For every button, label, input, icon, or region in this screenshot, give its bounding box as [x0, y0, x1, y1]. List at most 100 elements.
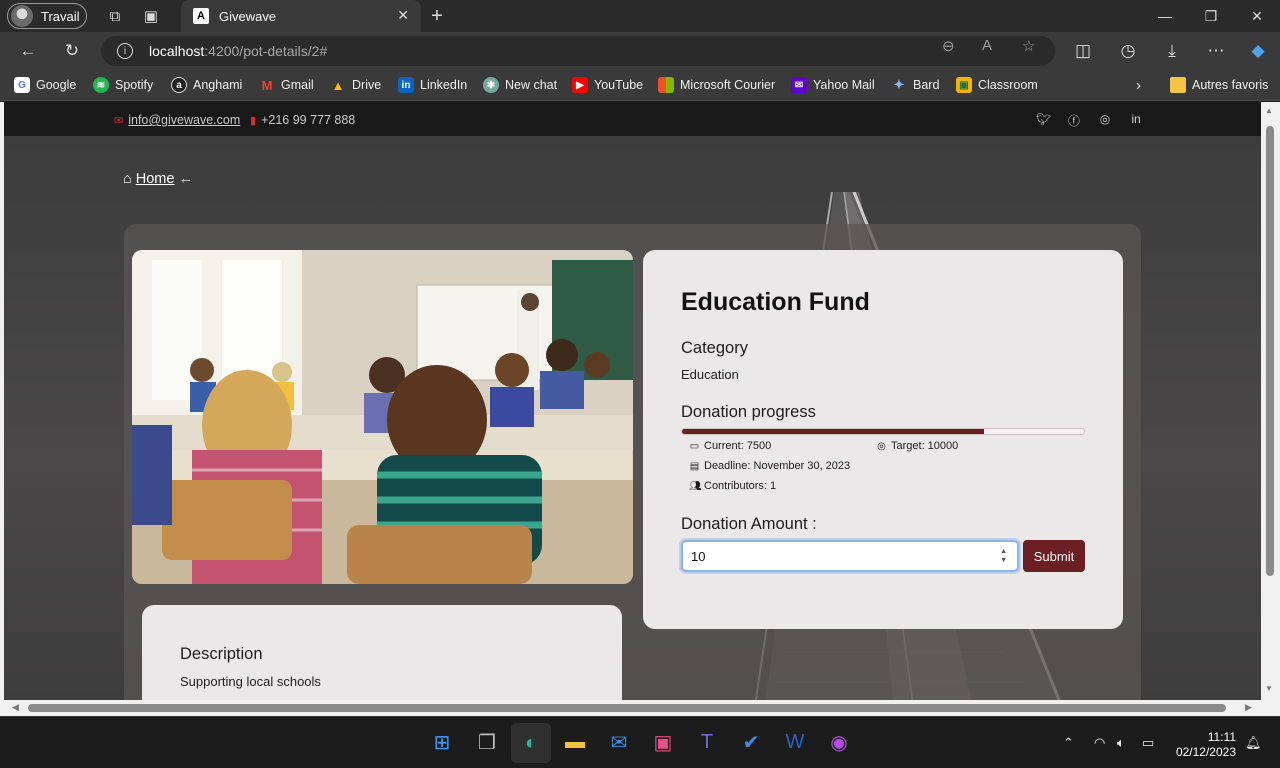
linkedin-icon[interactable]: in — [1129, 112, 1143, 129]
tab-actions-icon[interactable]: ▣ — [133, 0, 169, 32]
description-card: Description Supporting local schools — [142, 605, 622, 700]
zoom-icon[interactable]: ⊖ — [942, 37, 955, 55]
teams-icon[interactable]: T — [692, 727, 722, 757]
bookmarks-bar: G Google ≋ Spotify a Anghami M Gmail ▲ Drive … — [0, 70, 1280, 101]
split-screen-icon[interactable]: ◫ — [1067, 36, 1099, 66]
restore-icon[interactable]: ❐ — [1188, 0, 1234, 32]
minimize-icon[interactable]: — — [1142, 0, 1188, 32]
refresh-icon[interactable]: ↻ — [56, 36, 88, 66]
settings-more-icon[interactable]: ⋯ — [1200, 36, 1232, 66]
number-spinner-icon[interactable]: ▲ ▼ — [1000, 547, 1007, 565]
more-bookmarks-chevron-icon[interactable]: › — [1136, 77, 1141, 94]
bookmark-spotify[interactable]: ≋ Spotify — [93, 77, 153, 93]
avatar — [11, 5, 33, 27]
start-icon[interactable]: ⊞ — [427, 727, 457, 757]
clock[interactable]: 11:11 02/12/2023 — [1170, 730, 1236, 760]
angular-favicon-icon: A — [193, 8, 209, 24]
page-viewport: ✉ info@givewave.com ▮ +216 99 777 888 🐦︎… — [4, 102, 1261, 700]
browser-tab-bar: Travail ⧉ ▣ A Givewave ✕ + — ❐ ✕ — [0, 0, 1280, 32]
volume-muted-icon[interactable]: 🔈︎ — [1117, 735, 1125, 751]
current-amount: ▭ Current: 7500 — [689, 440, 772, 452]
other-favorites-folder[interactable]: ▬ Autres favoris — [1170, 77, 1268, 93]
read-aloud-icon[interactable]: A — [982, 37, 992, 54]
pot-info-card: Education Fund Category Education Donati… — [643, 250, 1123, 629]
edge-taskbar-icon[interactable]: ◐ — [511, 723, 551, 763]
tab-givewave[interactable]: A Givewave ✕ — [181, 0, 421, 32]
profile-button[interactable]: Travail — [7, 3, 87, 29]
home-icon: ⌂ — [123, 171, 132, 187]
mail-icon[interactable]: ✉ — [604, 727, 634, 757]
cash-icon: ▭ — [689, 440, 700, 452]
bookmark-google[interactable]: G Google — [14, 77, 76, 93]
bookmark-youtube[interactable]: ▶ YouTube — [572, 77, 643, 93]
address-bar[interactable]: i localhost:4200/pot-details/2# — [101, 36, 1055, 66]
vertical-scrollbar[interactable]: ▲ ▼ — [1261, 102, 1280, 700]
breadcrumb: ⌂ Home ← — [123, 171, 193, 187]
back-icon[interactable]: ← — [12, 36, 44, 66]
history-icon[interactable]: ◷ — [1112, 36, 1144, 66]
phone-number: +216 99 777 888 — [261, 113, 356, 127]
donation-amount-field[interactable]: ▲▼ — [681, 540, 1019, 572]
calendar-icon: ▤ — [689, 460, 700, 472]
social-links: 🐦︎ ⓕ ◎ in — [1036, 112, 1143, 129]
close-tab-icon[interactable]: ✕ — [397, 7, 409, 24]
site-info-icon[interactable]: i — [117, 43, 133, 59]
target-amount: ◎ Target: 10000 — [877, 440, 959, 452]
envelope-icon: ✉ — [114, 114, 124, 127]
bookmark-bard[interactable]: ✦ Bard — [891, 77, 940, 93]
favorite-star-icon[interactable]: ☆ — [1022, 37, 1035, 55]
facebook-icon[interactable]: ⓕ — [1067, 112, 1081, 129]
tray-chevron-icon[interactable]: ⌃ — [1063, 735, 1074, 751]
deadline: ▤ Deadline: November 30, 2023 — [689, 460, 851, 472]
bookmark-yahoo-mail[interactable]: ✉ Yahoo Mail — [791, 77, 875, 93]
notifications-bell-icon[interactable]: 🔔︎ — [1245, 735, 1262, 751]
category-value: Education — [681, 367, 739, 382]
classroom-photo — [132, 250, 633, 584]
copilot-icon[interactable]: ◆ — [1242, 36, 1274, 66]
horizontal-scroll-thumb[interactable] — [28, 704, 1226, 712]
people-icon: 👥︎ — [689, 480, 702, 492]
intellij-icon[interactable]: ▣ — [648, 727, 678, 757]
bookmark-new-chat[interactable]: ✱ New chat — [483, 77, 557, 93]
back-arrow-icon[interactable]: ← — [178, 171, 193, 187]
browser-toolbar: ← ↻ i localhost:4200/pot-details/2# ⊖ A … — [0, 32, 1280, 70]
battery-icon[interactable]: ▭ — [1142, 735, 1154, 751]
bookmark-drive[interactable]: ▲ Drive — [330, 77, 382, 93]
breadcrumb-home-link[interactable]: Home — [136, 171, 175, 187]
close-window-icon[interactable]: ✕ — [1234, 0, 1280, 32]
pot-title: Education Fund — [681, 288, 870, 316]
scroll-up-icon[interactable]: ▲ — [1265, 106, 1273, 115]
horizontal-scrollbar[interactable]: ◀ ▶ — [4, 700, 1261, 716]
windows-taskbar: ⊞ ❐ ◐ ▬ ✉ ▣ T ✔ W ◉ ⌃ ◠ 🔈︎ ▭ 11:11 02/12… — [0, 716, 1280, 768]
instagram-icon[interactable]: ◎ — [1098, 112, 1112, 129]
messenger-icon[interactable]: ◉ — [824, 727, 854, 757]
bookmark-linkedin[interactable]: in LinkedIn — [398, 77, 467, 93]
donation-progress-label: Donation progress — [681, 403, 816, 421]
task-view-icon[interactable]: ❐ — [472, 727, 502, 757]
donation-progress-bar — [681, 428, 1085, 435]
scroll-down-icon[interactable]: ▼ — [1265, 684, 1273, 693]
scroll-right-icon[interactable]: ▶ — [1245, 702, 1252, 713]
scroll-left-icon[interactable]: ◀ — [12, 702, 19, 713]
contact-strip: ✉ info@givewave.com ▮ +216 99 777 888 🐦︎… — [4, 102, 1261, 136]
wifi-icon[interactable]: ◠ — [1094, 735, 1105, 751]
donation-amount-input[interactable] — [691, 548, 981, 564]
bookmark-microsoft-courier[interactable]: Microsoft Courier — [658, 77, 775, 93]
bookmark-anghami[interactable]: a Anghami — [171, 77, 242, 93]
file-explorer-icon[interactable]: ▬ — [560, 727, 590, 757]
clock-time: 11:11 — [1207, 730, 1236, 744]
description-value: Supporting local schools — [180, 674, 321, 689]
submit-button[interactable]: Submit — [1023, 540, 1085, 572]
bookmark-gmail[interactable]: M Gmail — [259, 77, 314, 93]
downloads-icon[interactable]: ⤓ — [1156, 36, 1188, 66]
vertical-scroll-thumb[interactable] — [1266, 126, 1274, 576]
twitter-icon[interactable]: 🐦︎ — [1036, 112, 1051, 129]
word-icon[interactable]: W — [780, 727, 810, 757]
email-link[interactable]: info@givewave.com — [128, 113, 240, 127]
contributors: 👥︎ Contributors: 1 — [689, 480, 777, 492]
new-tab-button[interactable]: + — [424, 3, 450, 29]
bookmark-classroom[interactable]: ▣ Classroom — [956, 77, 1038, 93]
todo-icon[interactable]: ✔ — [736, 727, 766, 757]
phone-icon: ▮ — [250, 114, 257, 127]
workspaces-icon[interactable]: ⧉ — [97, 0, 133, 32]
